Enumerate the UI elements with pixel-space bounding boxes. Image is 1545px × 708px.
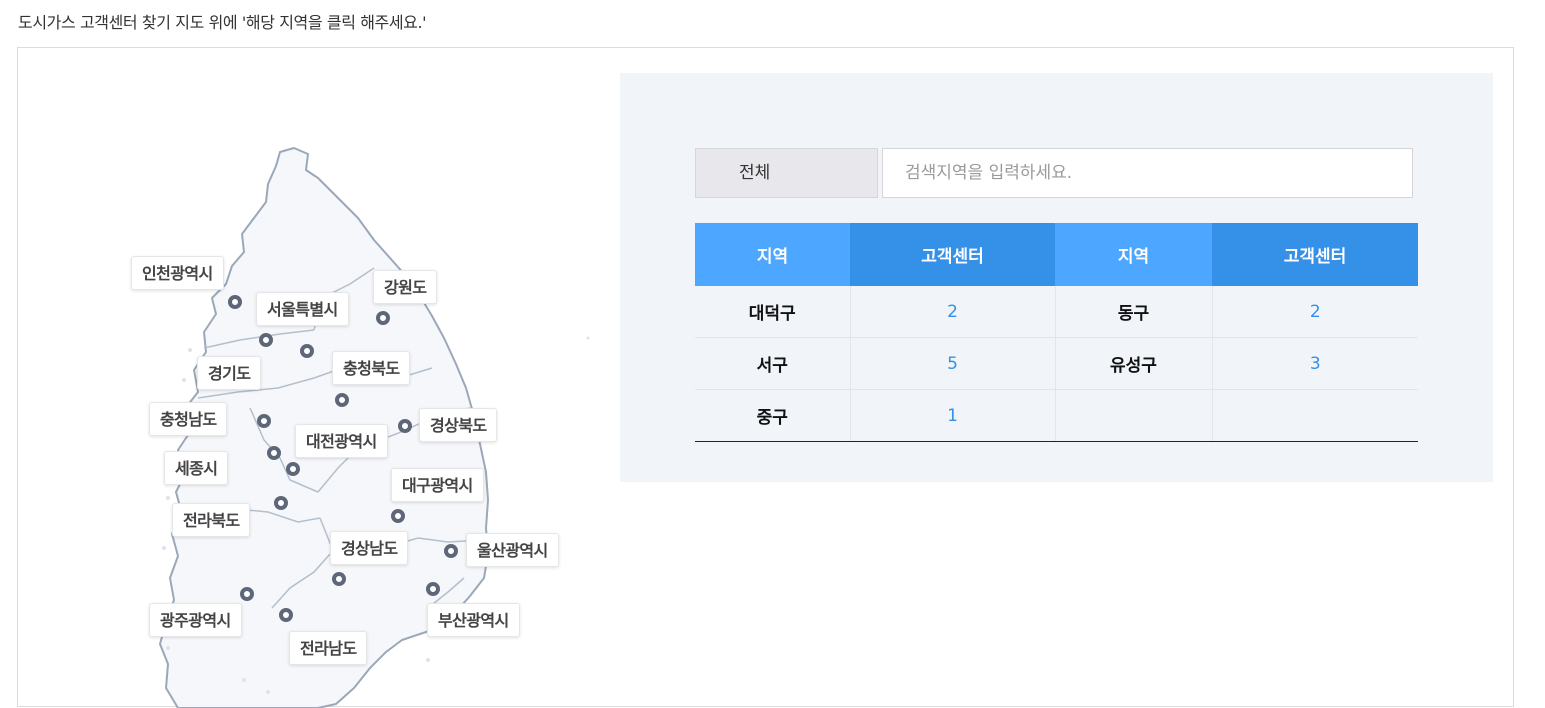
- center-count-link[interactable]: 5: [850, 337, 1056, 390]
- column-header-region: 지역: [695, 223, 850, 286]
- region-name-cell: 동구: [1055, 286, 1213, 338]
- region-label-jeonnam[interactable]: 전라남도: [289, 631, 368, 665]
- pin-icon[interactable]: [332, 572, 346, 586]
- region-label-daejeon[interactable]: 대전광역시: [295, 424, 388, 458]
- table-header-row: 지역 고객센터 지역 고객센터: [695, 223, 1418, 286]
- customer-center-finder: 인천광역시 서울특별시 강원도 경기도 충청북도 충청남도 경상북도 대전광역시…: [17, 47, 1514, 708]
- region-label-ulsan[interactable]: 울산광역시: [466, 533, 559, 567]
- region-name-cell: 중구: [695, 389, 851, 442]
- table-row: 중구 1: [695, 389, 1418, 442]
- region-name-cell: 유성구: [1055, 337, 1213, 390]
- region-name-cell: 서구: [695, 337, 851, 390]
- region-label-chungnam[interactable]: 충청남도: [149, 402, 228, 436]
- customer-center-table: 지역 고객센터 지역 고객센터 대덕구 2 동구 2 서구 5 유성구 3 중구…: [695, 223, 1418, 442]
- pin-icon[interactable]: [279, 608, 293, 622]
- region-label-daegu[interactable]: 대구광역시: [391, 468, 484, 502]
- pin-icon[interactable]: [426, 582, 440, 596]
- pin-icon[interactable]: [300, 344, 314, 358]
- region-label-incheon[interactable]: 인천광역시: [131, 256, 224, 290]
- page-instruction: 도시가스 고객센터 찾기 지도 위에 '해당 지역을 클릭 해주세요.': [18, 13, 427, 32]
- pin-icon[interactable]: [286, 462, 300, 476]
- korea-map-outline: [156, 147, 590, 708]
- region-select[interactable]: 전체: [695, 148, 878, 198]
- region-label-gwangju[interactable]: 광주광역시: [149, 603, 242, 637]
- region-search-input[interactable]: [882, 148, 1413, 198]
- table-row: 대덕구 2 동구 2: [695, 286, 1418, 338]
- pin-icon[interactable]: [228, 295, 242, 309]
- region-label-sejong[interactable]: 세종시: [164, 451, 229, 485]
- korea-region-map: 인천광역시 서울특별시 강원도 경기도 충청북도 충청남도 경상북도 대전광역시…: [18, 48, 618, 708]
- pin-icon[interactable]: [398, 419, 412, 433]
- region-label-gangwon[interactable]: 강원도: [373, 270, 438, 304]
- search-result-panel: 전체 지역 고객센터 지역 고객센터 대덕구 2 동구 2: [620, 73, 1493, 482]
- pin-icon[interactable]: [376, 311, 390, 325]
- column-header-center: 고객센터: [850, 223, 1055, 286]
- table-row: 서구 5 유성구 3: [695, 337, 1418, 390]
- region-label-jeonbuk[interactable]: 전라북도: [172, 503, 251, 537]
- region-label-gyeongnam[interactable]: 경상남도: [330, 531, 409, 565]
- empty-cell: [1212, 389, 1418, 442]
- pin-icon[interactable]: [391, 509, 405, 523]
- empty-cell: [1055, 389, 1213, 442]
- region-label-seoul[interactable]: 서울특별시: [256, 292, 349, 326]
- pin-icon[interactable]: [274, 496, 288, 510]
- region-name-cell: 대덕구: [695, 286, 851, 338]
- region-label-busan[interactable]: 부산광역시: [427, 603, 520, 637]
- pin-icon[interactable]: [335, 393, 349, 407]
- column-header-center: 고객센터: [1212, 223, 1418, 286]
- pin-icon[interactable]: [240, 587, 254, 601]
- column-header-region: 지역: [1055, 223, 1212, 286]
- pin-icon[interactable]: [259, 333, 273, 347]
- region-label-chungbuk[interactable]: 충청북도: [332, 351, 411, 385]
- center-count-link[interactable]: 2: [850, 286, 1056, 338]
- pin-icon[interactable]: [267, 446, 281, 460]
- center-count-link[interactable]: 1: [850, 389, 1056, 442]
- region-label-gyeonggi[interactable]: 경기도: [197, 356, 262, 390]
- region-label-gyeongbuk[interactable]: 경상북도: [419, 408, 498, 442]
- center-count-link[interactable]: 2: [1212, 286, 1418, 338]
- pin-icon[interactable]: [444, 544, 458, 558]
- center-count-link[interactable]: 3: [1212, 337, 1418, 390]
- pin-icon[interactable]: [257, 414, 271, 428]
